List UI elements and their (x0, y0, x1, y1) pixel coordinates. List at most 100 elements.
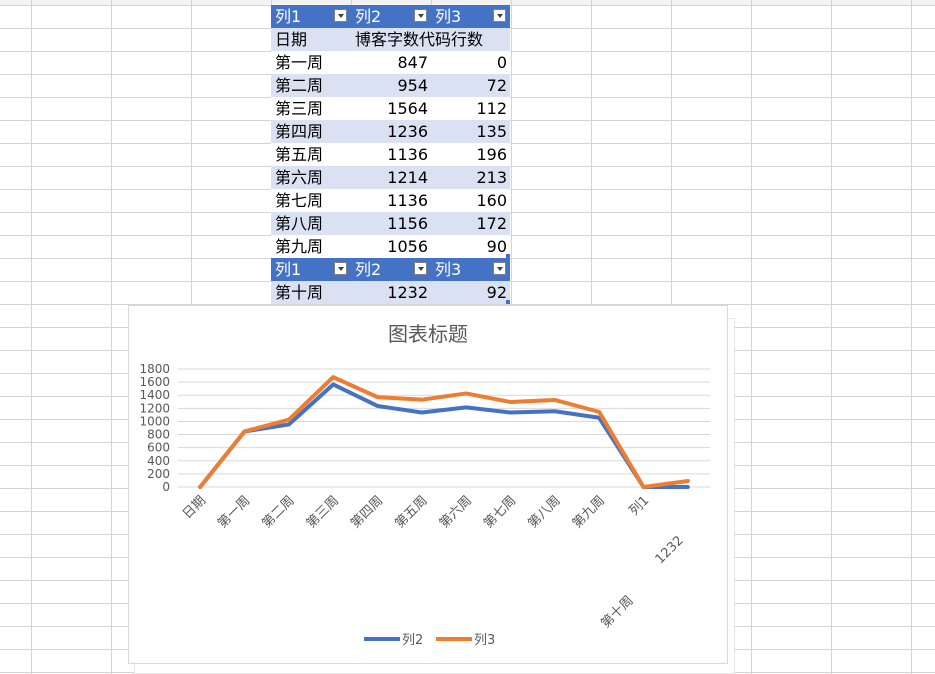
table-cell[interactable]: 1236 (351, 120, 431, 143)
line-chart[interactable]: 图表标题020040060080010001200140016001800日期第… (128, 305, 728, 664)
table-cell[interactable]: 第五周 (271, 143, 351, 166)
y-tick-label: 600 (147, 441, 170, 455)
y-tick-label: 1200 (139, 401, 170, 415)
cell-value: 1232 (387, 283, 428, 302)
cell-value: 90 (486, 237, 507, 256)
x-tick-label: 第六周 (437, 493, 475, 531)
y-tick-label: 0 (162, 480, 170, 494)
table-cell[interactable]: 第六周 (271, 166, 351, 189)
y-tick-label: 800 (147, 428, 170, 442)
table-cell[interactable]: 72 (431, 74, 510, 97)
header-label: 列2 (355, 260, 382, 279)
cell-value: 112 (476, 99, 507, 118)
cell-value: 1136 (387, 191, 428, 210)
table-cell[interactable]: 1232 (351, 281, 431, 304)
table-cell[interactable]: 160 (431, 189, 510, 212)
table-cell[interactable]: 135 (431, 120, 510, 143)
table-cell[interactable]: 1136 (351, 143, 431, 166)
cell-value: 第十周 (275, 283, 324, 302)
table-cell[interactable]: 90 (431, 235, 510, 258)
cell-value: 135 (476, 122, 507, 141)
y-tick-label: 1800 (139, 362, 170, 376)
cell-value: 第八周 (275, 214, 324, 233)
table-cell[interactable]: 0 (431, 51, 510, 74)
x-tick-label: 日期 (180, 493, 209, 522)
table-cell[interactable]: 第一周 (271, 51, 351, 74)
cell-value: 160 (476, 191, 507, 210)
header-label: 列3 (435, 260, 462, 279)
cell-value: 第六周 (275, 168, 324, 187)
table-cell[interactable]: 92 (431, 281, 510, 304)
table-cell[interactable]: 1056 (351, 235, 431, 258)
x-tick-label: 第一周 (215, 493, 253, 531)
filter-dropdown-icon[interactable] (493, 9, 506, 22)
x-tick-label: 1232 (653, 533, 687, 567)
cell-value: 196 (476, 145, 507, 164)
cell-value: 172 (476, 214, 507, 233)
cell-value: 第五周 (275, 145, 324, 164)
x-tick-label: 第三周 (304, 493, 342, 531)
x-tick-label: 第四周 (348, 493, 386, 531)
table-header-cell[interactable]: 列2 (351, 5, 431, 28)
table-cell[interactable]: 第二周 (271, 74, 351, 97)
table-cell[interactable]: 213 (431, 166, 510, 189)
cell-value: 第二周 (275, 76, 324, 95)
filter-dropdown-icon[interactable] (334, 262, 347, 275)
cell-value: 博客字数代码行数 (355, 30, 484, 49)
table-cell[interactable]: 847 (351, 51, 431, 74)
legend-label[interactable]: 列3 (474, 633, 495, 648)
table-cell[interactable]: 第四周 (271, 120, 351, 143)
cell-value: 0 (496, 53, 507, 72)
x-tick-label: 第十周 (598, 593, 636, 631)
table-cell[interactable]: 172 (431, 212, 510, 235)
cell-value: 第四周 (275, 122, 324, 141)
table-cell[interactable]: 博客字数代码行数 (351, 28, 510, 51)
table-cell[interactable]: 第三周 (271, 97, 351, 120)
y-tick-label: 1400 (139, 388, 170, 402)
y-tick-label: 400 (147, 454, 170, 468)
table-cell[interactable]: 第十周 (271, 281, 351, 304)
legend-label[interactable]: 列2 (402, 633, 423, 648)
cell-value: 954 (397, 76, 428, 95)
table-cell[interactable]: 954 (351, 74, 431, 97)
cell-value: 1136 (387, 145, 428, 164)
y-tick-label: 200 (147, 467, 170, 481)
header-label: 列2 (355, 7, 382, 26)
table-header-cell[interactable]: 列3 (431, 5, 510, 28)
table-cell[interactable]: 第七周 (271, 189, 351, 212)
table-header-cell[interactable]: 列1 (271, 5, 351, 28)
table-cell[interactable]: 196 (431, 143, 510, 166)
cell-value: 213 (476, 168, 507, 187)
cell-value: 1236 (387, 122, 428, 141)
table-header-cell[interactable]: 列3 (431, 258, 510, 281)
cell-value: 第三周 (275, 99, 324, 118)
table-cell[interactable]: 1136 (351, 189, 431, 212)
table-cell[interactable]: 第九周 (271, 235, 351, 258)
table-resize-handle[interactable] (506, 254, 510, 258)
filter-dropdown-icon[interactable] (414, 262, 427, 275)
table-resize-handle[interactable] (506, 300, 510, 304)
table-cell[interactable]: 第八周 (271, 212, 351, 235)
filter-dropdown-icon[interactable] (334, 9, 347, 22)
table-cell[interactable]: 112 (431, 97, 510, 120)
table-header-cell[interactable]: 列2 (351, 258, 431, 281)
table-cell[interactable]: 1564 (351, 97, 431, 120)
cell-value: 1156 (387, 214, 428, 233)
chart-title[interactable]: 图表标题 (388, 322, 468, 346)
cell-value: 第七周 (275, 191, 324, 210)
cell-value: 847 (397, 53, 428, 72)
header-label: 列3 (435, 7, 462, 26)
table-header-cell[interactable]: 列1 (271, 258, 351, 281)
table-cell[interactable]: 1156 (351, 212, 431, 235)
table-cell[interactable]: 日期 (271, 28, 351, 51)
cell-value: 1214 (387, 168, 428, 187)
table-cell[interactable]: 1214 (351, 166, 431, 189)
filter-dropdown-icon[interactable] (493, 262, 506, 275)
y-tick-label: 1000 (139, 414, 170, 428)
cell-value: 第一周 (275, 53, 324, 72)
series-line-列3[interactable] (198, 375, 690, 489)
header-label: 列1 (275, 7, 302, 26)
cell-value: 92 (486, 283, 507, 302)
filter-dropdown-icon[interactable] (414, 9, 427, 22)
x-tick-label: 第八周 (525, 493, 563, 531)
